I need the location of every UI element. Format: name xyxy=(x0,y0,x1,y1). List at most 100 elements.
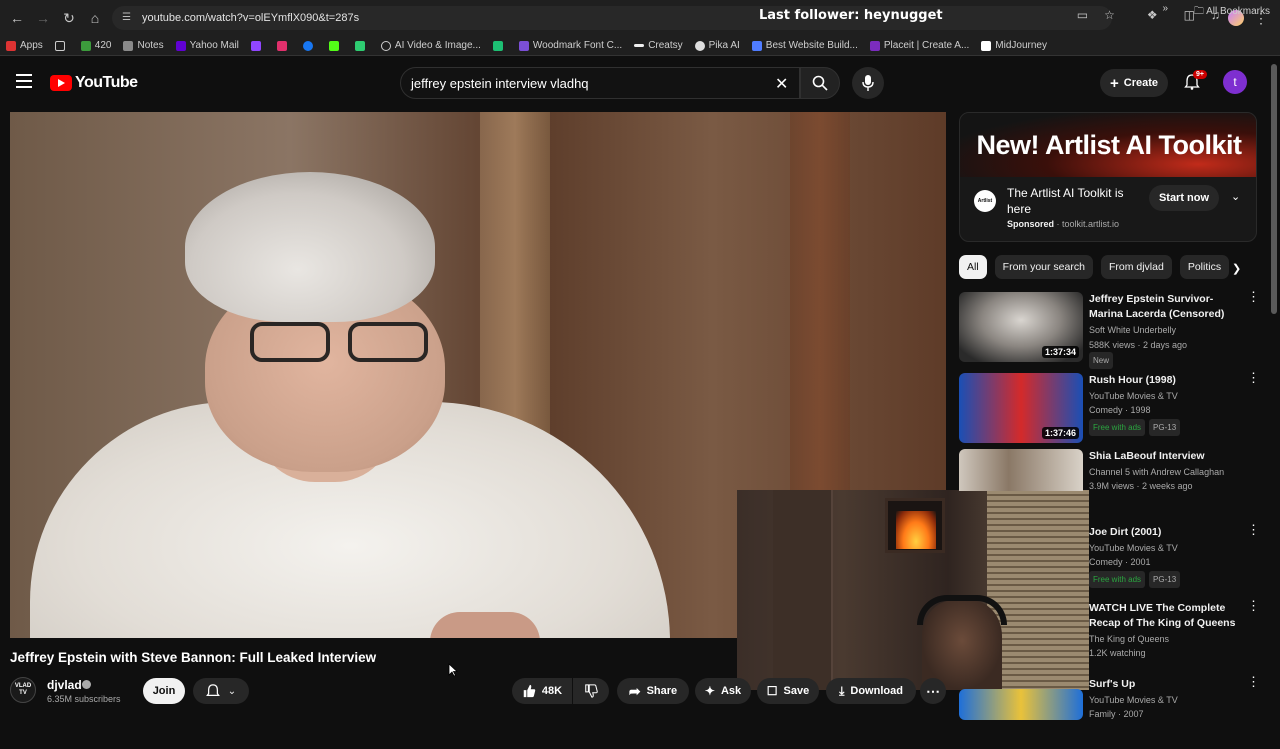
bookmark-instagram[interactable] xyxy=(276,40,291,51)
bookmark-notes[interactable]: Notes xyxy=(123,40,164,51)
search-button[interactable] xyxy=(800,67,840,99)
bookmark-420[interactable]: 420 xyxy=(80,40,111,51)
video-subject-hair xyxy=(185,172,435,322)
rec-channel[interactable]: YouTube Movies & TV xyxy=(1089,389,1178,404)
save-button[interactable]: ☐ Save xyxy=(757,678,819,704)
account-avatar[interactable]: t xyxy=(1223,70,1247,94)
woodmark-icon xyxy=(518,40,529,51)
artlist-logo: Artlist xyxy=(974,190,996,212)
rec-title[interactable]: WATCH LIVE The Complete Recap of The Kin… xyxy=(1089,601,1239,631)
create-button[interactable]: + Create xyxy=(1100,69,1168,97)
join-button[interactable]: Join xyxy=(143,678,185,704)
rec-channel[interactable]: Channel 5 with Andrew Callaghan xyxy=(1089,465,1224,480)
youtube-logo[interactable]: YouTube xyxy=(50,74,138,92)
all-bookmarks[interactable]: 🗀 All Bookmarks xyxy=(1194,4,1270,21)
ad-banner[interactable]: New! Artlist AI Toolkit xyxy=(960,113,1256,177)
bookmark-yahoo-mail[interactable]: Yahoo Mail xyxy=(175,40,239,51)
rec-channel[interactable]: YouTube Movies & TV xyxy=(1089,541,1178,556)
download-button[interactable]: ⤓ Download xyxy=(826,678,916,704)
back-icon[interactable]: ← xyxy=(4,5,30,31)
clear-search-icon[interactable]: ✕ xyxy=(775,74,788,94)
ask-button[interactable]: ✦ Ask xyxy=(695,678,751,704)
page-scrollbar[interactable] xyxy=(1271,64,1277,314)
bookmarks-overflow-icon[interactable]: » xyxy=(1162,3,1168,14)
voice-search-button[interactable] xyxy=(852,67,884,99)
more-vertical-icon[interactable]: ⋮ xyxy=(1247,371,1260,384)
channel-avatar[interactable]: VLAD TV xyxy=(10,677,36,703)
bookmark-woodmark[interactable]: Woodmark Font C... xyxy=(518,40,622,51)
more-vertical-icon[interactable]: ⋮ xyxy=(1247,290,1260,303)
ad-start-now-button[interactable]: Start now xyxy=(1149,185,1219,211)
cast-icon[interactable]: ▭ xyxy=(1077,8,1088,22)
list-item[interactable]: Surf's Up YouTube Movies & TV Family · 2… xyxy=(959,675,1260,749)
rec-title[interactable]: Jeffrey Epstein Survivor-Marina Lacerda … xyxy=(1089,292,1239,322)
rec-title[interactable]: Shia LaBeouf Interview xyxy=(1089,449,1239,464)
extensions-icon[interactable]: ❖ xyxy=(1147,8,1158,22)
channel-name[interactable]: djvlad xyxy=(47,678,82,692)
bookmark-apps[interactable]: Apps xyxy=(6,40,43,51)
reload-icon[interactable]: ↻ xyxy=(56,5,82,31)
bookmark-midjourney[interactable]: MidJourney xyxy=(981,40,1047,51)
more-vertical-icon[interactable]: ⋮ xyxy=(1247,523,1260,536)
ad-expand-chevron-icon[interactable]: ⌄ xyxy=(1231,190,1240,203)
bookmark-star-icon[interactable]: ☆ xyxy=(1104,8,1115,22)
chip-from-search[interactable]: From your search xyxy=(994,255,1093,279)
facebook-icon xyxy=(302,40,313,51)
bookmark-placeit[interactable]: Placeit | Create A... xyxy=(869,40,969,51)
fire-image xyxy=(896,511,936,549)
plus-icon: + xyxy=(1109,74,1119,92)
bookmark-twitch[interactable] xyxy=(250,40,265,51)
chip-from-channel[interactable]: From djvlad xyxy=(1100,255,1172,279)
forward-icon[interactable]: → xyxy=(30,5,56,31)
rec-channel[interactable]: Soft White Underbelly xyxy=(1089,323,1176,338)
share-arrow-icon: ➦ xyxy=(628,682,641,699)
like-button[interactable]: 48K xyxy=(512,678,572,704)
chip-politics[interactable]: Politics xyxy=(1179,255,1230,279)
rec-channel[interactable]: YouTube Movies & TV xyxy=(1089,693,1178,708)
rec-channel[interactable]: The King of Queens xyxy=(1089,632,1169,647)
list-item[interactable]: 1:37:46 Rush Hour (1998) YouTube Movies … xyxy=(959,371,1260,445)
video-thumbnail[interactable] xyxy=(959,449,1083,491)
ad-title[interactable]: The Artlist AI Toolkit is here xyxy=(1007,185,1147,217)
free-with-ads-badge: Free with ads xyxy=(1089,571,1146,588)
menu-icon[interactable] xyxy=(16,74,32,88)
address-bar[interactable]: ☰ youtube.com/watch?v=olEYmflX090&t=287s xyxy=(112,6,1112,30)
search-input[interactable]: jeffrey epstein interview vladhq xyxy=(400,67,800,99)
bookmark-tab-groups[interactable] xyxy=(54,40,69,51)
bookmark-website-builder[interactable]: Best Website Build... xyxy=(751,40,858,51)
list-item[interactable]: WATCH LIVE The Complete Recap of The Kin… xyxy=(959,599,1260,673)
video-thumbnail[interactable]: 1:37:46 xyxy=(959,373,1083,443)
chip-all[interactable]: All xyxy=(959,255,987,279)
dislike-button[interactable] xyxy=(573,678,609,704)
sponsored-ad-card[interactable]: New! Artlist AI Toolkit Artlist The Artl… xyxy=(959,112,1257,242)
chips-next-arrow-icon[interactable]: ❯ xyxy=(1232,262,1241,275)
video-thumbnail[interactable]: 1:37:34 xyxy=(959,292,1083,362)
more-vertical-icon[interactable]: ⋮ xyxy=(1247,599,1260,612)
more-horizontal-icon: ⋯ xyxy=(926,682,940,699)
more-actions-button[interactable]: ⋯ xyxy=(920,678,946,704)
list-item[interactable]: Joe Dirt (2001) YouTube Movies & TV Come… xyxy=(959,523,1260,597)
rec-title[interactable]: Surf's Up xyxy=(1089,677,1239,692)
bookmark-green[interactable] xyxy=(492,40,507,51)
bookmark-facebook[interactable] xyxy=(302,40,317,51)
site-info-icon[interactable]: ☰ xyxy=(122,12,134,24)
list-item[interactable]: Shia LaBeouf Interview Channel 5 with An… xyxy=(959,449,1257,521)
rec-title[interactable]: Joe Dirt (2001) xyxy=(1089,525,1239,540)
list-item[interactable]: 1:37:34 Jeffrey Epstein Survivor-Marina … xyxy=(959,290,1260,369)
bookmark-ai-video[interactable]: AI Video & Image... xyxy=(380,40,481,51)
bookmark-d[interactable] xyxy=(354,40,369,51)
home-icon[interactable]: ⌂ xyxy=(82,5,108,31)
bookmark-kick[interactable] xyxy=(328,40,343,51)
subscribed-button[interactable]: ⌄ xyxy=(193,678,249,704)
webcam-door xyxy=(773,490,833,690)
more-vertical-icon[interactable]: ⋮ xyxy=(1247,675,1260,688)
bookmark-pika[interactable]: Pika AI xyxy=(694,40,740,51)
green-app-icon xyxy=(492,40,503,51)
share-button[interactable]: ➦ Share xyxy=(617,678,689,704)
bookmark-creatsy[interactable]: Creatsy xyxy=(634,40,683,51)
video-thumbnail[interactable] xyxy=(959,689,1083,720)
rec-stats: 1.2K watching xyxy=(1089,648,1146,658)
video-subject-glasses xyxy=(250,322,440,372)
rec-title[interactable]: Rush Hour (1998) xyxy=(1089,373,1239,388)
thumbs-down-icon xyxy=(585,684,598,698)
